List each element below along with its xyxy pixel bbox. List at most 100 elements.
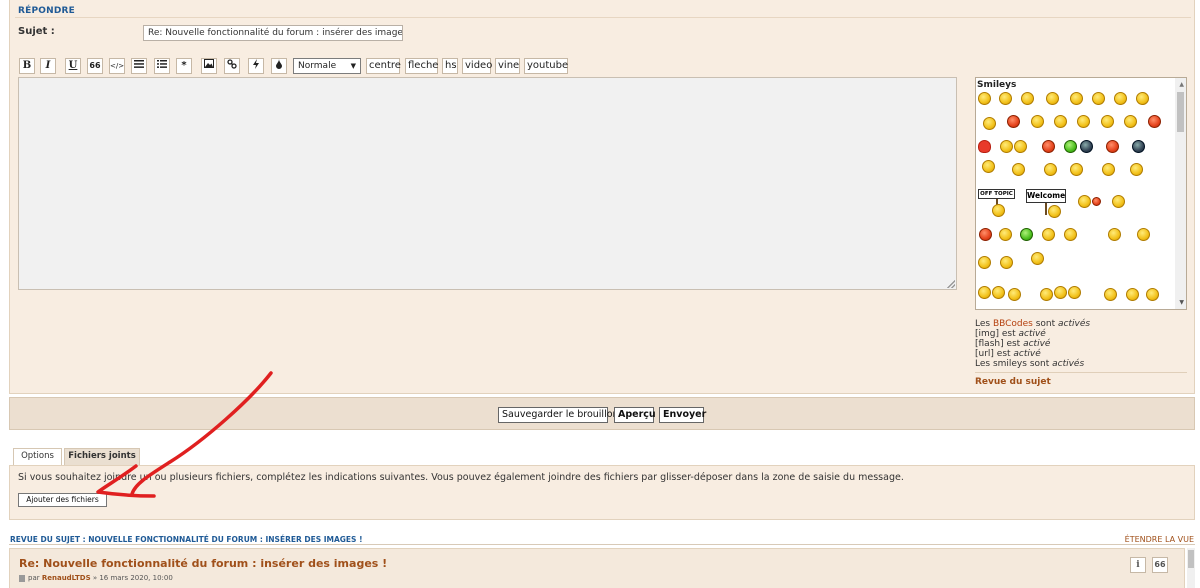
smiley-icon[interactable] <box>1042 140 1055 153</box>
smiley-icon[interactable] <box>1130 163 1143 176</box>
send-button[interactable]: Envoyer <box>659 407 706 423</box>
smiley-icon[interactable] <box>1124 115 1137 128</box>
smiley-icon[interactable] <box>1126 288 1139 301</box>
preview-button[interactable]: Aperçu <box>614 407 656 423</box>
smiley-icon[interactable] <box>1077 115 1090 128</box>
scrollbar-thumb[interactable] <box>1188 550 1194 568</box>
tab-options[interactable]: Options <box>13 448 62 465</box>
post-by-label: par <box>28 574 42 582</box>
welcome-sign[interactable]: Welcome <box>1026 189 1066 203</box>
list-button[interactable] <box>131 58 147 74</box>
smiley-icon[interactable] <box>1078 195 1091 208</box>
smiley-icon[interactable] <box>1021 92 1034 105</box>
smiley-icon[interactable] <box>1048 205 1061 218</box>
smiley-scrollbar[interactable]: ▲ ▼ <box>1175 78 1186 309</box>
smiley-icon[interactable] <box>1046 92 1059 105</box>
smiley-icon[interactable] <box>992 286 1005 299</box>
subject-input[interactable]: Re: Nouvelle fonctionnalité du forum : i… <box>143 25 403 41</box>
smiley-icon[interactable] <box>1054 286 1067 299</box>
smiley-icon[interactable] <box>999 228 1012 241</box>
offtopic-sign[interactable]: OFF TOPIC <box>978 189 1015 199</box>
image-button[interactable] <box>201 58 217 74</box>
smiley-icon[interactable] <box>1044 163 1057 176</box>
smiley-icon[interactable] <box>992 204 1005 217</box>
resize-handle[interactable] <box>947 280 955 288</box>
bbcode-info: Les BBCodes sont activés [img] est activ… <box>975 319 1090 369</box>
link-button[interactable] <box>224 58 240 74</box>
expand-view-link[interactable]: ÉTENDRE LA VUE <box>1125 535 1194 544</box>
centre-button[interactable]: centre <box>366 58 401 74</box>
smiley-icon[interactable] <box>1102 163 1115 176</box>
info-button[interactable]: i <box>1130 557 1146 573</box>
bold-button[interactable]: B <box>19 58 35 74</box>
smiley-icon[interactable] <box>1014 140 1027 153</box>
post-title[interactable]: Re: Nouvelle fonctionnalité du forum : i… <box>19 557 387 570</box>
code-button[interactable]: </> <box>109 58 125 74</box>
smiley-icon[interactable] <box>1108 228 1121 241</box>
smiley-icon[interactable] <box>1064 140 1077 153</box>
smiley-icon[interactable] <box>1008 288 1021 301</box>
smiley-icon[interactable] <box>978 286 991 299</box>
smiley-icon[interactable] <box>1092 197 1101 206</box>
smiley-icon[interactable] <box>1031 115 1044 128</box>
video-button[interactable]: video <box>462 58 492 74</box>
youtube-button[interactable]: youtube <box>524 58 568 74</box>
smiley-icon[interactable] <box>978 92 991 105</box>
smiley-icon[interactable] <box>1101 115 1114 128</box>
save-draft-button[interactable]: Sauvegarder le brouillon <box>498 407 619 423</box>
smiley-icon[interactable] <box>1000 140 1013 153</box>
underline-button[interactable]: U <box>65 58 81 74</box>
smiley-icon[interactable] <box>983 117 996 130</box>
smiley-icon[interactable] <box>1106 140 1119 153</box>
scroll-up-icon[interactable]: ▲ <box>1179 81 1184 88</box>
quote-button[interactable]: 66 <box>87 58 103 74</box>
review-scrollbar[interactable] <box>1187 548 1195 588</box>
topic-review-link[interactable]: Revue du sujet <box>975 377 1051 387</box>
smiley-icon[interactable] <box>1114 92 1127 105</box>
vine-button[interactable]: vine <box>495 58 520 74</box>
smiley-icon[interactable] <box>978 256 991 269</box>
tab-attachments[interactable]: Fichiers joints <box>64 448 140 465</box>
flash-button[interactable] <box>248 58 264 74</box>
smiley-icon[interactable] <box>1007 115 1020 128</box>
message-textarea[interactable] <box>18 77 957 290</box>
smiley-icon[interactable] <box>1031 252 1044 265</box>
smiley-icon[interactable] <box>1136 92 1149 105</box>
quote-post-button[interactable]: 66 <box>1152 557 1168 573</box>
smiley-icon[interactable] <box>1068 286 1081 299</box>
smiley-icon[interactable] <box>1020 228 1033 241</box>
smiley-icon[interactable] <box>1080 140 1093 153</box>
smiley-icon[interactable] <box>1040 288 1053 301</box>
smiley-icon[interactable] <box>982 160 995 173</box>
smiley-icon[interactable] <box>1112 195 1125 208</box>
post-author-link[interactable]: RenaudLTDS <box>42 574 91 582</box>
fleche-button[interactable]: fleche <box>405 58 438 74</box>
bbcodes-link[interactable]: BBCodes <box>993 319 1033 329</box>
smiley-icon[interactable] <box>1054 115 1067 128</box>
smiley-icon[interactable] <box>1064 228 1077 241</box>
smiley-icon[interactable] <box>1148 115 1161 128</box>
smiley-icon[interactable] <box>1042 228 1055 241</box>
smiley-icon[interactable] <box>979 228 992 241</box>
smiley-icon[interactable] <box>1012 163 1025 176</box>
chevron-down-icon: ▼ <box>350 62 356 70</box>
color-button[interactable] <box>271 58 287 74</box>
smiley-icon[interactable] <box>1132 140 1145 153</box>
italic-button[interactable]: I <box>40 58 56 74</box>
smiley-icon[interactable] <box>1000 256 1013 269</box>
smiley-icon[interactable] <box>1070 163 1083 176</box>
smiley-icon[interactable] <box>999 92 1012 105</box>
heart-icon[interactable] <box>978 140 991 153</box>
smiley-icon[interactable] <box>1070 92 1083 105</box>
hs-button[interactable]: hs <box>442 58 458 74</box>
list-item-button[interactable]: * <box>176 58 192 74</box>
smiley-icon[interactable] <box>1092 92 1105 105</box>
scrollbar-thumb[interactable] <box>1177 92 1184 132</box>
scroll-down-icon[interactable]: ▼ <box>1179 299 1184 306</box>
smiley-icon[interactable] <box>1146 288 1159 301</box>
smiley-icon[interactable] <box>1104 288 1117 301</box>
font-size-select[interactable]: Normale ▼ <box>293 58 361 74</box>
ordered-list-button[interactable] <box>154 58 170 74</box>
smiley-icon[interactable] <box>1137 228 1150 241</box>
add-files-button[interactable]: Ajouter des fichiers <box>18 493 107 507</box>
